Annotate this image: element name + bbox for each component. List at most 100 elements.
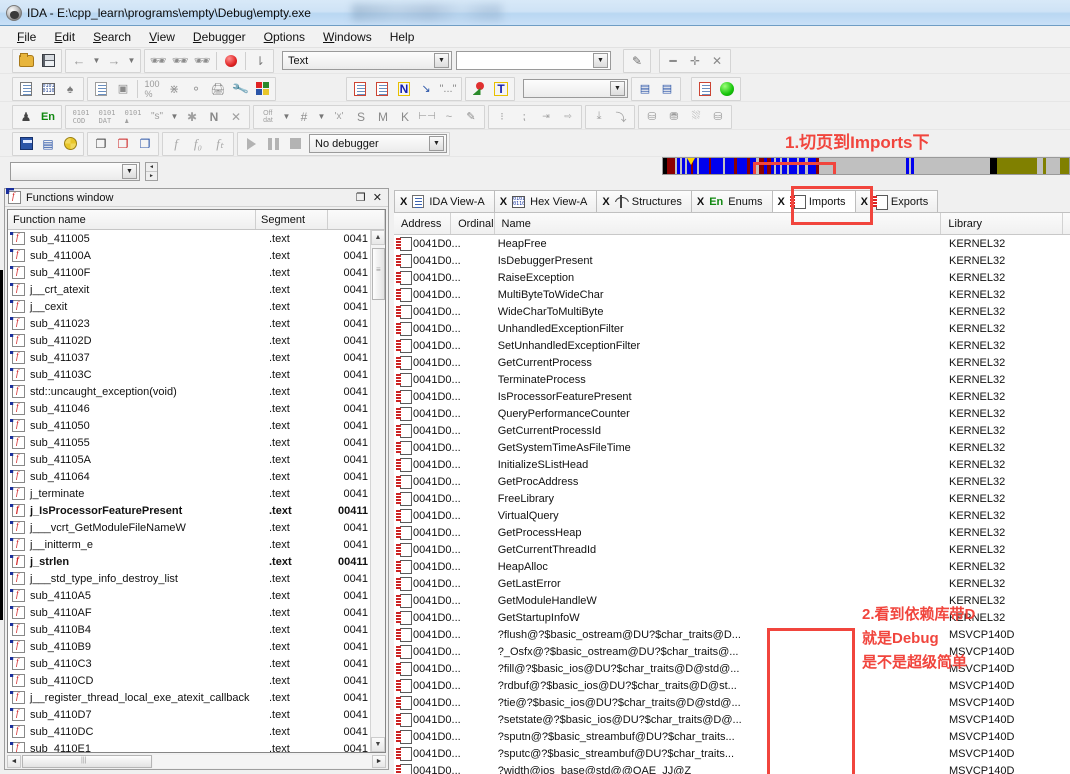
graph-overview-combobox[interactable]: ▼ [523,79,628,98]
flower-structures-icon[interactable] [468,78,490,99]
name-N-icon[interactable]: N [393,78,415,99]
imports-header-address[interactable]: Address [394,213,452,234]
function-row[interactable]: sub_411005 .text 0041 [8,230,370,247]
open-callgraph-icon[interactable]: ⚬ [185,78,207,99]
functions-scroll-track[interactable] [371,245,385,737]
jump-address-chevron-down-icon[interactable]: ▼ [122,164,137,179]
stack-var-icon[interactable]: M [372,106,394,127]
function-arrow-icon[interactable]: ↘ [415,78,437,99]
function-row[interactable]: sub_4110E1 .text 0041 [8,740,370,752]
imports-list[interactable]: 0041D0... HeapFree KERNEL32 0041D0... IsDebu… [394,235,1070,774]
function-row[interactable]: sub_411050 .text 0041 [8,417,370,434]
imports-header-library[interactable]: Library [941,213,1063,234]
function-row[interactable]: j__cexit .text 0041 [8,298,370,315]
import-row[interactable]: 0041D0... ?tie@?$basic_ios@DU?$char_trait… [394,694,1070,711]
delete-bookmark-icon[interactable]: ▤ [656,78,678,99]
back-history-chevron-down-icon[interactable]: ▼ [90,50,103,71]
pencil-edit-icon[interactable]: ✎ [626,50,648,71]
search-value-chevron-down-icon[interactable]: ▼ [593,53,608,68]
imports-header-ordinal[interactable]: Ordinal [451,213,495,234]
tilde-icon[interactable]: ~ [438,106,460,127]
open-strings-icon[interactable] [90,78,112,99]
delete-icon[interactable]: ✕ [706,50,728,71]
open-functions-100-icon[interactable]: 100% [141,78,163,99]
functions-list[interactable]: sub_411005.text0041sub_41100A.text0041su… [8,230,370,752]
graph-overview-chevron-down-icon[interactable]: ▼ [610,81,625,96]
forward-history-chevron-down-icon[interactable]: ▼ [125,50,138,71]
search-type-chevron-down-icon[interactable]: ▼ [434,53,449,68]
jump-back-icon[interactable]: ⤵ [610,106,632,127]
analysis-status-green-icon[interactable] [716,78,738,99]
function-row[interactable]: sub_41100F .text 0041 [8,264,370,281]
functions-scroll-up-icon[interactable]: ▲ [371,230,385,245]
import-row[interactable]: 0041D0... InitializeSListHead KERNEL32 [394,456,1070,473]
functions-vertical-scrollbar[interactable]: ▲ ▼ [370,230,385,752]
imports-header-name[interactable]: Name [495,213,942,234]
enums-En-icon[interactable]: En [37,106,59,127]
navigation-band[interactable] [662,157,1070,175]
import-row[interactable]: 0041D0... VirtualQuery KERNEL32 [394,507,1070,524]
color-palette-icon[interactable] [251,78,273,99]
debugger-select-chevron-down-icon[interactable]: ▼ [429,136,444,151]
menu-item-edit[interactable]: Edit [45,28,84,46]
make-data-icon[interactable]: 0101 DAT [94,106,120,127]
tab-enums[interactable]: X En Enums [690,190,773,212]
save-file-icon[interactable] [37,50,59,71]
functions-scroll-down-icon[interactable]: ▼ [371,737,385,752]
menu-item-windows[interactable]: Windows [314,28,381,46]
menu-item-help[interactable]: Help [381,28,424,46]
add-bookmark-icon[interactable]: ▤ [634,78,656,99]
import-row[interactable]: 0041D0... RaiseException KERNEL32 [394,269,1070,286]
function-row[interactable]: sub_411037 .text 0041 [8,349,370,366]
char-icon[interactable]: 'x' [328,106,350,127]
tile-windows-icon[interactable]: ❐ [134,133,156,154]
function-row[interactable]: sub_4110D7 .text 0041 [8,706,370,723]
posterior-lines-icon[interactable]: ⇨ [557,106,579,127]
functions-hscroll-left-icon[interactable]: ◄ [7,754,21,768]
import-row[interactable]: 0041D0... GetProcessHeap KERNEL32 [394,524,1070,541]
tab-close-icon[interactable]: X [602,196,609,208]
functions-header-segment[interactable]: Segment [256,210,328,229]
open-hex-view-icon[interactable]: 0101 0110 [37,78,59,99]
function-row[interactable]: j_IsProcessorFeaturePresent .text 00411 [8,502,370,519]
output-window-icon[interactable] [694,78,716,99]
menu-item-search[interactable]: Search [84,28,140,46]
string-quotes-icon[interactable]: "..." [437,78,459,99]
make-string-icon[interactable]: "s" [146,106,168,127]
nav-spinner-up-icon[interactable]: ◄ [146,163,157,172]
function-row[interactable]: sub_41100A .text 0041 [8,247,370,264]
import-row[interactable]: 0041D0... GetProcAddress KERNEL32 [394,473,1070,490]
function-row[interactable]: sub_41103C .text 0041 [8,366,370,383]
import-row[interactable]: 0041D0... UnhandledExceptionFilter KERNEL3… [394,320,1070,337]
import-row[interactable]: 0041D0... TerminateProcess KERNEL32 [394,371,1070,388]
import-row[interactable]: 0041D0... GetCurrentProcessId KERNEL32 [394,422,1070,439]
import-row[interactable]: 0041D0... HeapAlloc KERNEL32 [394,558,1070,575]
xrefs-from-icon[interactable]: ⛁ [707,106,729,127]
menu-item-options[interactable]: Options [255,28,314,46]
jump-address-combobox[interactable]: ▼ [10,162,140,181]
repeatable-comment-icon[interactable]: ⁏ [513,106,535,127]
make-array-icon[interactable]: ✱ [181,106,203,127]
anterior-lines-icon[interactable]: ⇥ [535,106,557,127]
functions-hscroll-track[interactable] [153,754,372,768]
open-segments-icon[interactable]: ▣ [112,78,134,99]
reset-desktop-icon[interactable]: ❐ [112,133,134,154]
open-graph-icon[interactable]: ♠ [59,78,81,99]
tab-ida-view-a[interactable]: X IDA View-A [394,190,495,212]
import-row[interactable]: 0041D0... HeapFree KERNEL32 [394,235,1070,252]
search-value-combobox[interactable]: ▼ [456,51,611,70]
import-row[interactable]: 0041D0... ?setstate@?$basic_ios@DU?$char_… [394,711,1070,728]
function-row[interactable]: sub_4110A5 .text 0041 [8,587,370,604]
import-row[interactable]: 0041D0... ?sputc@?$basic_streambuf@DU?$ch… [394,745,1070,762]
function-row[interactable]: sub_4110AF .text 0041 [8,604,370,621]
import-row[interactable]: 0041D0... GetCurrentThreadId KERNEL32 [394,541,1070,558]
function-row[interactable]: std::uncaught_exception(void) .text 0041 [8,383,370,400]
script-icon[interactable]: ▤ [37,133,59,154]
tab-close-icon[interactable]: X [697,196,704,208]
tab-structures[interactable]: X Structures [596,190,692,212]
run-icon[interactable] [240,133,262,154]
menu-item-file[interactable]: FFileile [8,28,45,46]
function-row[interactable]: j___vcrt_GetModuleFileNameW .text 0041 [8,519,370,536]
number-hash-icon[interactable]: # [293,106,315,127]
make-string-chevron-down-icon[interactable]: ▼ [168,106,181,127]
